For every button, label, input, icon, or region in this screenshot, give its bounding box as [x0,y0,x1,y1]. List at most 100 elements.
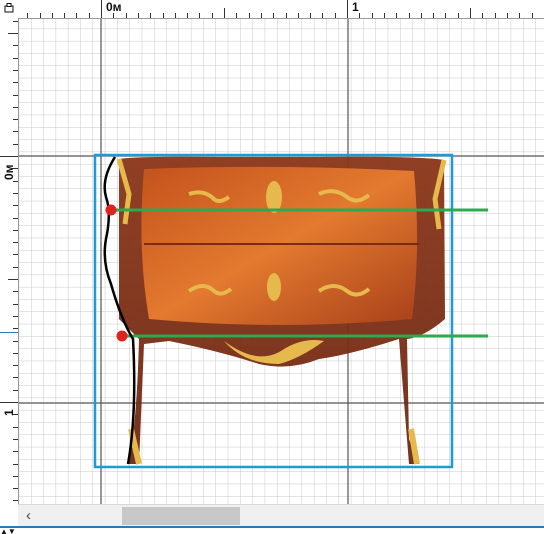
ruler-top-tick [420,13,422,18]
editor-window: 0м 1 0м 1 ‹ ▲▼ [0,0,544,534]
ruler-left-tick [13,57,18,59]
scroll-left-icon[interactable]: ‹ [26,507,31,524]
ruler-left-tick [13,377,18,379]
ruler-top-tick [199,13,201,18]
horizontal-scrollbar[interactable]: ‹ [18,504,544,527]
ruler-left-tick [13,143,18,145]
ruler-top-label-0: 0м [106,0,122,14]
ruler-top-tick [470,8,471,18]
control-point-top[interactable] [105,204,117,216]
ruler-top-tick [187,13,189,18]
ruler-top-tick [162,13,164,18]
ruler-top-tick [76,13,78,18]
scrollbar-thumb[interactable] [122,507,240,525]
ruler-top-tick [51,13,53,18]
ruler-top-tick [224,8,225,18]
ruler-top-tick [260,13,262,18]
pin-icon[interactable] [4,3,14,13]
ruler-left-tick [13,463,18,465]
ruler-top-tick [27,13,29,18]
ruler-top-tick [519,13,521,18]
ruler-top-tick [285,13,287,18]
ruler-top-tick [322,13,324,18]
ruler-left-tick [13,500,18,502]
ruler-top-tick [273,13,275,18]
ruler-top-tick [383,13,385,18]
ruler-left-tick [13,328,18,330]
ruler-left-tick [13,315,18,317]
ruler-top-tick [457,13,459,18]
ruler-top-tick [150,13,152,18]
ruler-top-tick [433,13,435,18]
ruler-left-tick [0,402,18,403]
ruler-left-tick [13,451,18,453]
ruler-left-tick [8,279,18,280]
ruler-left-tick [0,156,18,157]
ruler-top-tick [297,13,299,18]
ruler-top-tick [482,13,484,18]
ruler-left-tick [13,389,18,391]
ruler-left-tick [13,106,18,108]
ruler-top-tick [445,13,447,18]
ruler-left-tick [13,20,18,22]
ruler-top-tick [174,13,176,18]
ruler-left-tick [13,180,18,182]
ruler-left-tick [13,475,18,477]
ruler-left-tick [13,365,18,367]
ruler-top-tick [88,13,90,18]
ruler-top-tick [113,13,115,18]
canvas-svg[interactable] [19,19,544,504]
ruler-top-tick [211,13,213,18]
ruler-top-tick [39,13,41,18]
ruler-top-tick [137,13,139,18]
ruler-left-tick [13,340,18,342]
ruler-top-tick [310,13,312,18]
ruler-left-tick [13,119,18,121]
ruler-top-tick [334,13,336,18]
ruler-top-tick [371,13,373,18]
ruler-top-tick [408,13,410,18]
ruler-top-tick [101,0,102,18]
ruler-top-tick [396,13,398,18]
ruler-left-tick [13,266,18,268]
ruler-left-tick [13,94,18,96]
ruler-left-tick [13,82,18,84]
ruler-left-tick [13,488,18,490]
drawing-canvas[interactable] [19,19,544,504]
ruler-left-tick [13,352,18,354]
ruler-top-tick [64,13,66,18]
ruler-top-tick [506,13,508,18]
ruler-top-label-1: 1 [352,0,359,14]
ruler-left-tick [13,426,18,428]
dropdown-arrows-icon[interactable]: ▲▼ [0,528,16,534]
ruler-top-tick [531,13,533,18]
vertical-ruler[interactable]: 0м 1 [0,18,19,504]
ruler-left-tick [8,33,18,34]
ruler-top-tick [248,13,250,18]
ruler-top-tick [125,13,127,18]
ruler-left-tick [13,303,18,305]
ruler-position-marker [0,332,18,333]
ruler-left-tick [13,69,18,71]
ruler-left-tick [13,217,18,219]
ruler-left-tick [13,229,18,231]
ruler-left-tick [13,242,18,244]
horizontal-ruler[interactable]: 0м 1 [18,0,544,19]
ruler-left-tick [13,291,18,293]
ruler-left-tick [13,414,18,416]
ruler-top-tick [359,13,361,18]
bottom-status-bar [0,526,544,534]
ruler-corner[interactable] [0,0,18,18]
ruler-left-tick [13,168,18,170]
ruler-left-tick [13,438,18,440]
ruler-left-tick [13,131,18,133]
ruler-left-label-0: 0м [2,164,16,180]
ruler-top-tick [347,0,348,18]
ruler-top-tick [494,13,496,18]
ruler-left-tick [13,205,18,207]
ruler-left-tick [13,254,18,256]
ruler-left-tick [13,45,18,47]
ruler-top-tick [236,13,238,18]
control-point-bottom[interactable] [116,330,128,342]
ruler-left-tick [13,192,18,194]
